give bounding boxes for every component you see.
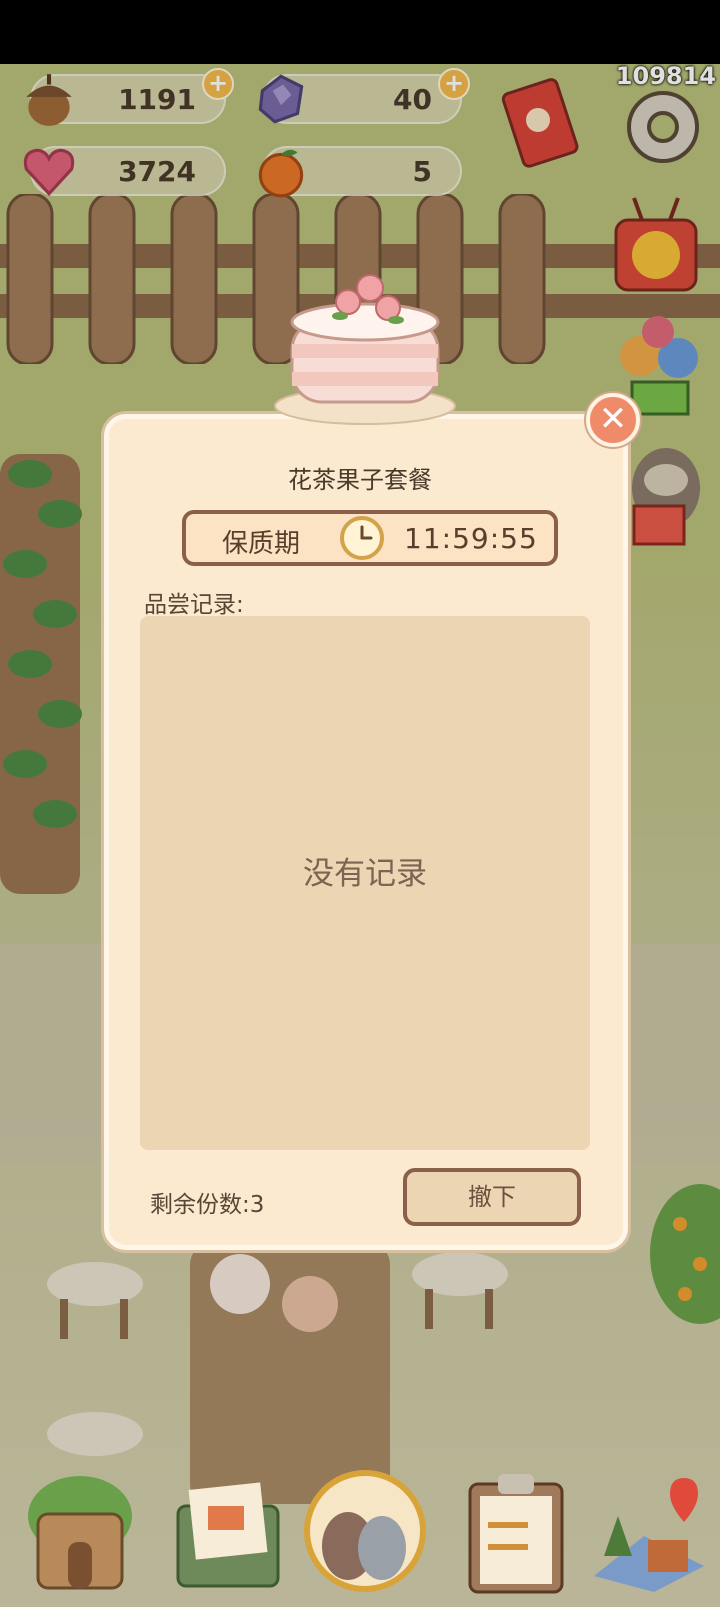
shelf-life-time: 11:59:55 — [404, 522, 538, 555]
close-icon: ✕ — [598, 399, 628, 439]
shelf-life-bar: 保质期 11:59:55 — [182, 510, 558, 566]
letter-envelope-icon[interactable] — [168, 1466, 288, 1596]
withdraw-button[interactable]: 撤下 — [403, 1168, 581, 1226]
dialog-title: 花茶果子套餐 — [288, 466, 432, 494]
remaining-count: 剩余份数:3 — [150, 1192, 265, 1218]
map-pin-icon[interactable] — [584, 1466, 714, 1596]
close-button[interactable]: ✕ — [586, 393, 640, 447]
records-list[interactable]: 没有记录 — [140, 616, 590, 1150]
birds-circle-icon[interactable] — [300, 1466, 430, 1596]
clipboard-list-icon[interactable] — [456, 1466, 576, 1596]
home-stump-icon[interactable] — [20, 1466, 140, 1596]
records-label: 品尝记录: — [144, 592, 244, 618]
shelf-life-label: 保质期 — [222, 529, 301, 559]
clock-icon — [340, 516, 384, 560]
status-bar — [0, 0, 720, 64]
cake-icon — [274, 274, 456, 425]
empty-records-text: 没有记录 — [303, 856, 427, 892]
